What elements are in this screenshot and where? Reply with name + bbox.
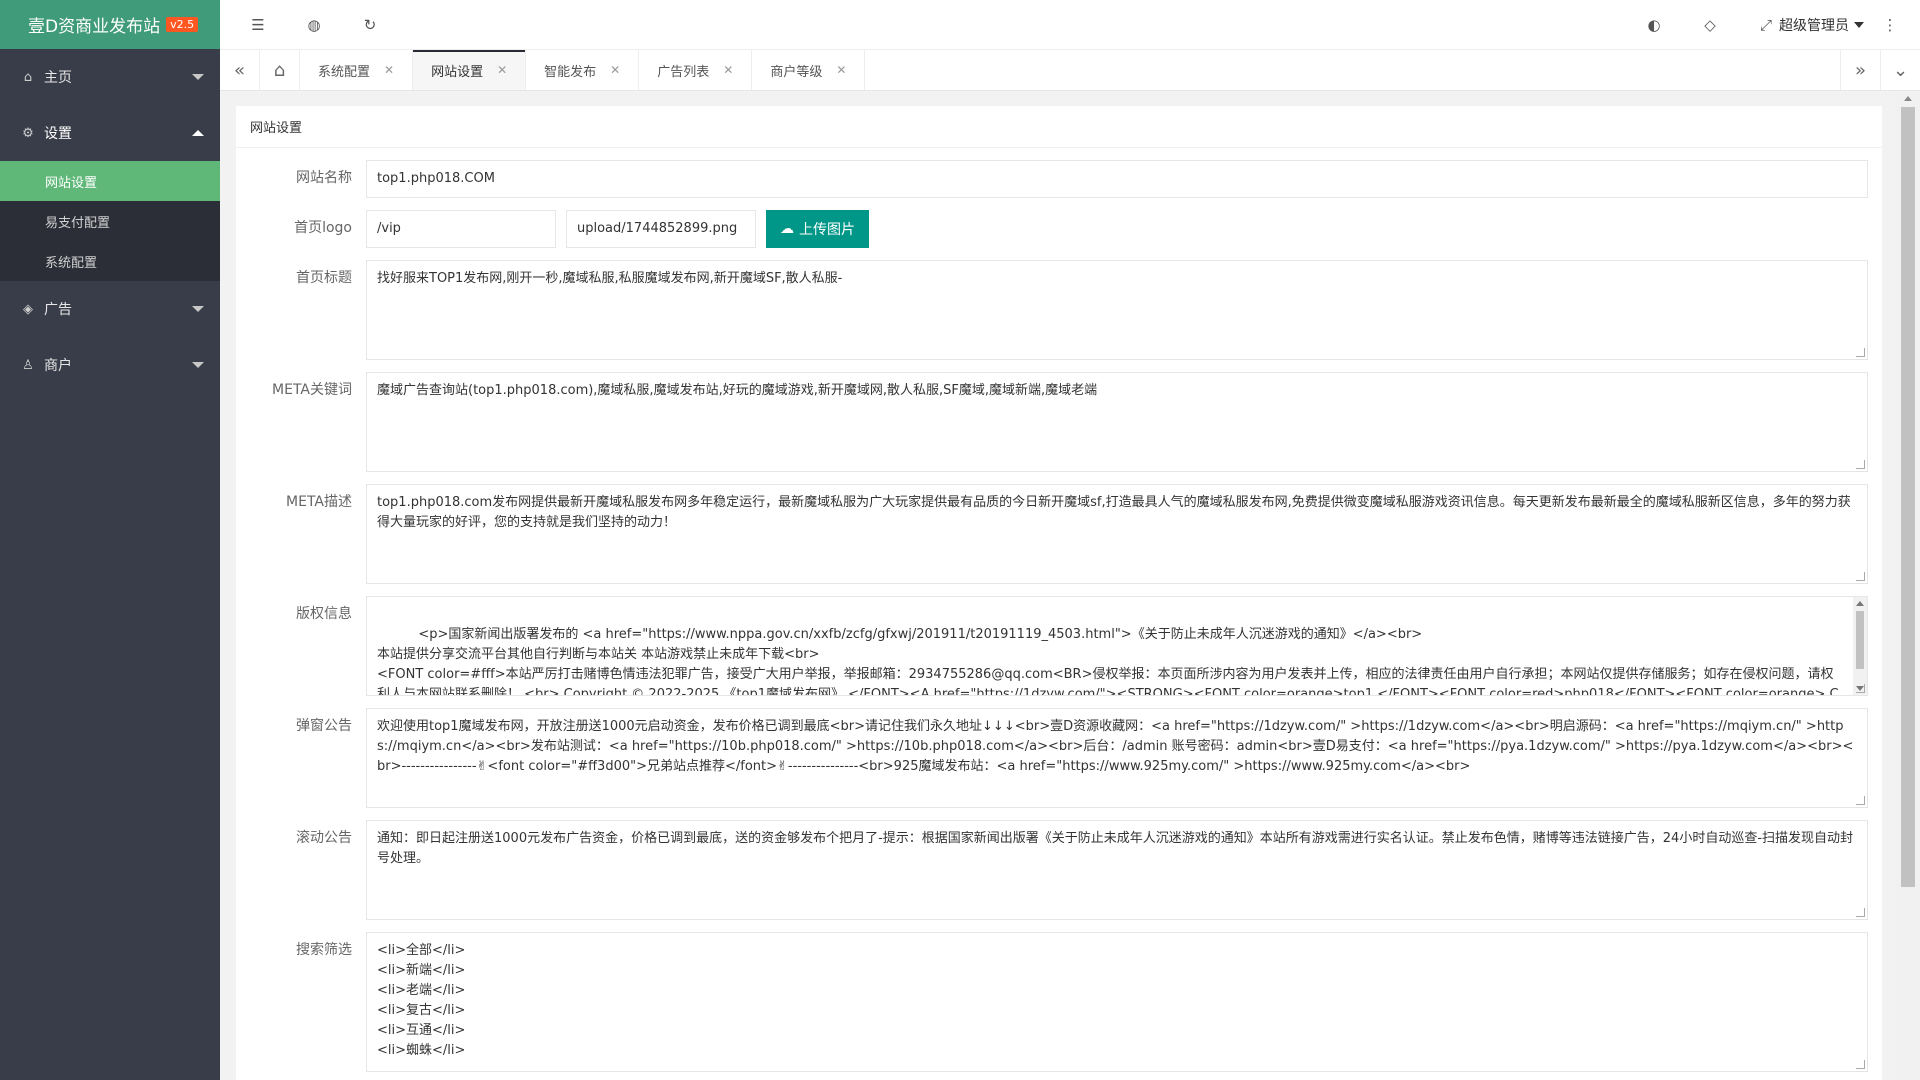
upload-image-button[interactable]: ☁ 上传图片 <box>766 210 869 248</box>
meta-desc-label: META描述 <box>286 494 352 510</box>
upload-button-label: 上传图片 <box>799 222 855 238</box>
form-row-popup: 弹窗公告 欢迎使用top1魔域发布网，开放注册送1000元启动资金，发布价格已调… <box>236 708 1868 808</box>
scroll-down-icon[interactable] <box>1856 686 1864 691</box>
site-name-input[interactable]: top1.php018.COM <box>366 160 1868 198</box>
form-row-meta-keywords: META关键词 魔域广告查询站(top1.php018.com),魔域私服,魔域… <box>236 372 1868 472</box>
copyright-textarea[interactable]: <p>国家新闻出版署发布的 <a href="https://www.nppa.… <box>366 596 1868 696</box>
tab-scroll-left-icon[interactable]: « <box>220 50 260 90</box>
scrollbar-thumb[interactable] <box>1856 611 1864 669</box>
diamond-icon: ◈ <box>23 301 33 317</box>
app-logo[interactable]: 壹D资商业发布站 v2.5 <box>0 0 220 49</box>
copyright-label: 版权信息 <box>296 606 352 622</box>
meta-keywords-label: META关键词 <box>272 382 352 398</box>
scroll-notice-label: 滚动公告 <box>296 830 352 846</box>
sidebar-item-payment-config[interactable]: 易支付配置 <box>0 201 220 241</box>
tab-website-settings[interactable]: 网站设置 ✕ <box>413 50 527 90</box>
form-row-scroll: 滚动公告 通知：即日起注册送1000元发布广告资金，价格已调到最底，送的资金够发… <box>236 820 1868 920</box>
tab-label: 商户等级 <box>770 64 823 80</box>
search-filter-label: 搜索筛选 <box>296 942 352 958</box>
tab-system-config[interactable]: 系统配置 ✕ <box>300 50 414 90</box>
home-icon: ⌂ <box>23 69 33 85</box>
copyright-text: <p>国家新闻出版署发布的 <a href="https://www.nppa.… <box>377 627 1839 696</box>
sidebar-item-settings[interactable]: ⚙ 设置 <box>0 105 220 161</box>
tab-merchant-level[interactable]: 商户等级 ✕ <box>752 50 866 90</box>
page-scrollbar[interactable] <box>1896 92 1920 1080</box>
tab-label: 智能发布 <box>544 64 597 80</box>
sidebar-item-label: 广告 <box>44 302 72 318</box>
logo-path-input[interactable]: /vip <box>366 210 556 248</box>
sidebar-item-label: 商户 <box>44 358 72 374</box>
close-icon[interactable]: ✕ <box>384 63 394 77</box>
panel-title: 网站设置 <box>236 106 1882 148</box>
close-icon[interactable]: ✕ <box>723 63 733 77</box>
form-row-copyright: 版权信息 <p>国家新闻出版署发布的 <a href="https://www.… <box>236 596 1868 696</box>
settings-panel: 网站设置 网站名称 top1.php018.COM 首页logo /vip up… <box>236 106 1882 1080</box>
tab-label: 广告列表 <box>657 64 710 80</box>
tab-scroll-right-icon[interactable]: » <box>1840 50 1880 90</box>
more-icon[interactable]: ⋮ <box>1870 0 1910 50</box>
tab-ad-list[interactable]: 广告列表 ✕ <box>639 50 753 90</box>
admin-menu[interactable]: 超级管理员 <box>1779 0 1864 50</box>
tab-options-chevron-icon[interactable]: ⌄ <box>1880 50 1920 90</box>
admin-label: 超级管理员 <box>1779 18 1849 34</box>
close-icon[interactable]: ✕ <box>610 63 620 77</box>
theme-icon[interactable]: ◐ <box>1634 0 1674 50</box>
scroll-notice-textarea[interactable]: 通知：即日起注册送1000元发布广告资金，价格已调到最底，送的资金够发布个把月了… <box>366 820 1868 920</box>
textarea-scrollbar[interactable] <box>1853 597 1867 695</box>
sidebar-item-ads[interactable]: ◈ 广告 <box>0 281 220 337</box>
popup-label: 弹窗公告 <box>296 718 352 734</box>
caret-down-icon <box>1854 22 1864 28</box>
tab-label: 网站设置 <box>431 64 484 80</box>
sidebar-item-label: 设置 <box>44 126 72 142</box>
tab-home-icon[interactable]: ⌂ <box>260 50 300 90</box>
scrollbar-thumb[interactable] <box>1901 107 1915 887</box>
app-title: 壹D资商业发布站 <box>28 17 161 37</box>
form-row-home-title: 首页标题 找好服来TOP1发布网,刚开一秒,魔域私服,私服魔域发布网,新开魔域S… <box>236 260 1868 360</box>
sidebar: 壹D资商业发布站 v2.5 ⌂ 主页 ⚙ 设置 网站设置 易支付配置 系统配置 … <box>0 0 220 1080</box>
logo-file-input[interactable]: upload/1744852899.png <box>566 210 756 248</box>
form-row-meta-desc: META描述 top1.php018.com发布网提供最新开魔域私服发布网多年稳… <box>236 484 1868 584</box>
settings-submenu: 网站设置 易支付配置 系统配置 <box>0 161 220 281</box>
tag-icon[interactable]: ◇ <box>1690 0 1730 50</box>
tab-bar-right: » ⌄ <box>1840 50 1920 90</box>
chevron-down-icon <box>192 306 204 312</box>
tab-bar: « ⌂ 系统配置 ✕ 网站设置 ✕ 智能发布 ✕ 广告列表 ✕ 商户等级 ✕ » ⌄ <box>220 50 1920 91</box>
popup-textarea[interactable]: 欢迎使用top1魔域发布网，开放注册送1000元启动资金，发布价格已调到最底<b… <box>366 708 1868 808</box>
home-title-label: 首页标题 <box>296 270 352 286</box>
chevron-down-icon <box>192 74 204 80</box>
scroll-up-icon[interactable] <box>1904 96 1912 101</box>
sidebar-item-label: 主页 <box>44 70 72 86</box>
globe-icon[interactable]: ◍ <box>294 0 334 50</box>
meta-desc-textarea[interactable]: top1.php018.com发布网提供最新开魔域私服发布网多年稳定运行，最新魔… <box>366 484 1868 584</box>
user-icon: ♙ <box>22 357 34 373</box>
meta-keywords-textarea[interactable]: 魔域广告查询站(top1.php018.com),魔域私服,魔域发布站,好玩的魔… <box>366 372 1868 472</box>
logo-label: 首页logo <box>294 220 352 236</box>
form-row-filter: 搜索筛选 <li>全部</li> <li>新端</li> <li>老端</li>… <box>236 932 1868 1072</box>
form-row-logo: 首页logo /vip upload/1744852899.png ☁ 上传图片 <box>236 210 1868 248</box>
search-filter-textarea[interactable]: <li>全部</li> <li>新端</li> <li>老端</li> <li>… <box>366 932 1868 1072</box>
sidebar-item-system-config[interactable]: 系统配置 <box>0 241 220 281</box>
cloud-upload-icon: ☁ <box>780 221 794 237</box>
site-name-label: 网站名称 <box>296 170 352 186</box>
scroll-up-icon[interactable] <box>1856 601 1864 606</box>
close-icon[interactable]: ✕ <box>497 63 507 77</box>
menu-toggle-icon[interactable]: ☰ <box>238 0 278 50</box>
chevron-up-icon <box>192 130 204 136</box>
top-header: ☰ ◍ ↻ ◐ ◇ ⤢ 超级管理员 ⋮ <box>220 0 1920 50</box>
tab-smart-publish[interactable]: 智能发布 ✕ <box>526 50 640 90</box>
chevron-down-icon <box>192 362 204 368</box>
version-badge: v2.5 <box>166 17 199 32</box>
tab-label: 系统配置 <box>318 64 371 80</box>
sidebar-item-merchants[interactable]: ♙ 商户 <box>0 337 220 393</box>
sidebar-item-home[interactable]: ⌂ 主页 <box>0 49 220 105</box>
gear-icon: ⚙ <box>22 125 34 141</box>
main-content: 网站设置 网站名称 top1.php018.COM 首页logo /vip up… <box>220 92 1896 1080</box>
refresh-icon[interactable]: ↻ <box>350 0 390 50</box>
sidebar-item-website-settings[interactable]: 网站设置 <box>0 161 220 201</box>
close-icon[interactable]: ✕ <box>836 63 846 77</box>
form-row-site-name: 网站名称 top1.php018.COM <box>236 160 1868 198</box>
settings-form: 网站名称 top1.php018.COM 首页logo /vip upload/… <box>236 148 1882 1072</box>
home-title-textarea[interactable]: 找好服来TOP1发布网,刚开一秒,魔域私服,私服魔域发布网,新开魔域SF,散人私… <box>366 260 1868 360</box>
